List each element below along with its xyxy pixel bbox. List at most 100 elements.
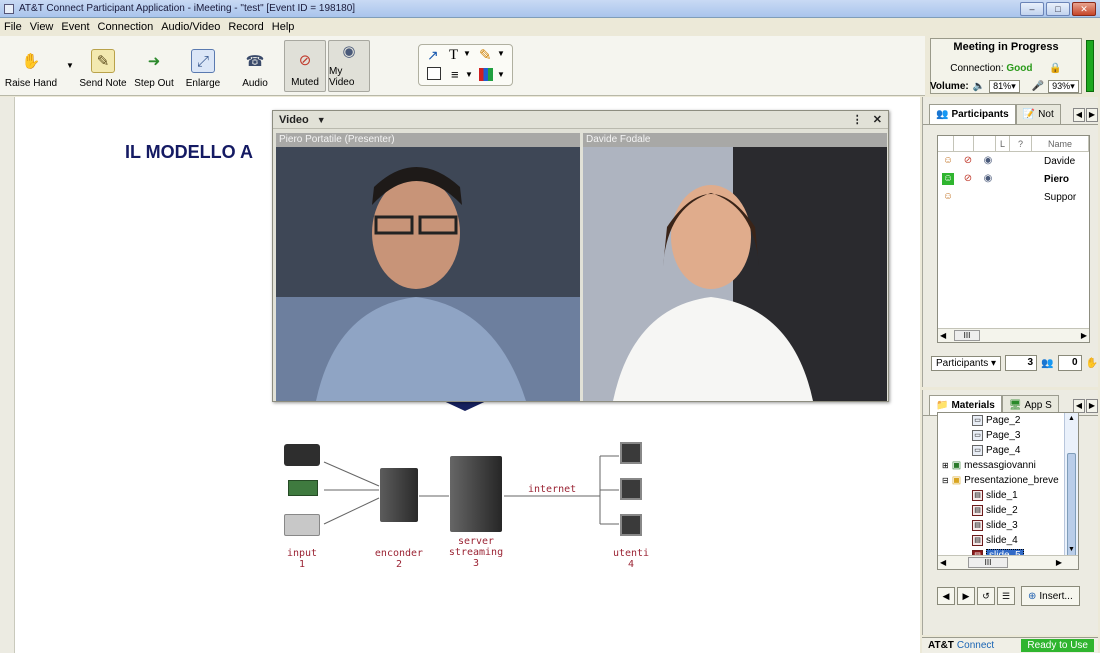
insert-button[interactable]: ⊕ Insert...: [1021, 586, 1080, 606]
video-window[interactable]: Video ▼ ⋮ ✕ Piero Portatile (Presenter) …: [272, 110, 889, 402]
scroll-left-arrow[interactable]: ◀: [940, 558, 946, 567]
materials-hscroll[interactable]: ◀ III ▶: [938, 555, 1078, 569]
mic-volume-select[interactable]: 93%▾: [1048, 80, 1079, 93]
step-out-button[interactable]: ➜ Step Out: [132, 40, 176, 92]
tab-scroll-right[interactable]: ▶: [1086, 108, 1098, 122]
line-width-dropdown-icon[interactable]: ▼: [465, 70, 473, 79]
text-tool-dropdown-icon[interactable]: ▼: [463, 49, 471, 58]
scroll-thumb[interactable]: III: [954, 330, 980, 341]
menu-record[interactable]: Record: [224, 21, 267, 33]
user-computer-icon: [620, 514, 642, 536]
notes-view-button[interactable]: ☰: [997, 587, 1015, 605]
my-video-toggle[interactable]: ◉ My Video: [328, 40, 370, 92]
video-feed-presenter[interactable]: Piero Portatile (Presenter): [276, 133, 580, 401]
refresh-button[interactable]: ↺: [977, 587, 995, 605]
menu-help[interactable]: Help: [268, 21, 299, 33]
tree-item-page[interactable]: ▭ Page_2: [938, 413, 1078, 428]
pen-dropdown-icon[interactable]: ▼: [497, 49, 505, 58]
scroll-down-arrow[interactable]: ▼: [1068, 546, 1075, 553]
menu-audio-video[interactable]: Audio/Video: [157, 21, 224, 33]
close-video-button[interactable]: ✕: [873, 113, 882, 126]
scroll-thumb[interactable]: III: [968, 557, 1008, 568]
participant-row[interactable]: ☺ Suppor: [938, 188, 1089, 206]
col-status[interactable]: [938, 136, 954, 152]
scroll-right-arrow[interactable]: ▶: [1056, 558, 1062, 567]
tree-item-folder[interactable]: ⊞ ▣ messasgiovanni: [938, 458, 1078, 473]
minimize-button[interactable]: –: [1020, 2, 1044, 16]
tree-item-folder[interactable]: ⊟ ▣ Presentazione_breve: [938, 473, 1078, 488]
notes-icon: 📝: [1022, 109, 1036, 120]
line-width-icon[interactable]: ≡: [451, 67, 459, 82]
video-menu-dropdown[interactable]: ▼: [317, 115, 326, 125]
col-question[interactable]: ?: [1010, 136, 1032, 152]
participant-row[interactable]: ☺ ⊘ ◉ Davide: [938, 152, 1089, 170]
pen-tool-icon[interactable]: ✎: [479, 46, 492, 64]
materials-tree: ▭ Page_2 ▭ Page_3 ▭ Page_4 ⊞ ▣ messasgiovanni…: [937, 412, 1079, 570]
rectangle-tool-icon[interactable]: [427, 67, 441, 80]
expand-icon[interactable]: ⊞: [942, 461, 949, 470]
tab-materials-label: Materials: [951, 400, 995, 411]
tree-item-slide[interactable]: ▤ slide_3: [938, 518, 1078, 533]
send-note-button[interactable]: ✎ Send Note: [78, 40, 128, 92]
col-l[interactable]: L: [996, 136, 1010, 152]
muted-toggle[interactable]: ⊘ Muted: [284, 40, 326, 92]
tree-item-slide[interactable]: ▤ slide_2: [938, 503, 1078, 518]
participants-dropdown[interactable]: Participants ▾: [931, 355, 1002, 371]
tree-item-label: slide_2: [986, 505, 1018, 516]
menu-event[interactable]: Event: [57, 21, 93, 33]
tab-scroll-left[interactable]: ◀: [1073, 399, 1085, 413]
color-dropdown-icon[interactable]: ▼: [497, 70, 505, 79]
tree-item-page[interactable]: ▭ Page_4: [938, 443, 1078, 458]
muted-mic-icon: ⊘: [963, 155, 973, 166]
maximize-button[interactable]: □: [1046, 2, 1070, 16]
close-window-button[interactable]: ✕: [1072, 2, 1096, 16]
tab-notes[interactable]: 📝 Not: [1015, 104, 1061, 124]
speaker-volume-select[interactable]: 81%▾: [989, 80, 1020, 93]
collapse-icon[interactable]: ⊟: [942, 476, 949, 485]
scroll-thumb[interactable]: [1067, 453, 1076, 557]
insert-label: Insert...: [1039, 590, 1073, 602]
audio-button[interactable]: ☎ Audio: [236, 40, 274, 92]
next-slide-button[interactable]: ▶: [957, 587, 975, 605]
materials-vscroll[interactable]: ▲ ▼: [1064, 413, 1078, 569]
tab-scroll-left[interactable]: ◀: [1073, 108, 1085, 122]
scroll-right-arrow[interactable]: ▶: [1081, 331, 1087, 340]
menu-view[interactable]: View: [26, 21, 58, 33]
presenter-icon: ☺: [942, 173, 954, 185]
pointer-arrow-icon[interactable]: ↗: [427, 47, 439, 64]
slide-title: IL MODELLO A: [125, 142, 253, 162]
tree-item-slide[interactable]: ▤ slide_1: [938, 488, 1078, 503]
tab-participants[interactable]: 👥 Participants: [929, 104, 1016, 124]
video-caption: Piero Portatile (Presenter): [276, 133, 580, 147]
speaker-icon: 🔈: [972, 81, 986, 92]
participant-row[interactable]: ☺ ⊘ ◉ Piero: [938, 170, 1089, 188]
scroll-up-arrow[interactable]: ▲: [1068, 415, 1075, 422]
tab-scroll-right[interactable]: ▶: [1086, 399, 1098, 413]
raise-hand-button[interactable]: ✋ Raise Hand: [0, 40, 62, 92]
participants-hscroll[interactable]: ◀ III ▶: [938, 328, 1089, 342]
col-speaking[interactable]: [954, 136, 974, 152]
participant-name: Davide: [1044, 155, 1076, 167]
text-tool-button[interactable]: T: [449, 47, 458, 64]
col-camera[interactable]: [974, 136, 996, 152]
phone-icon: ☎: [245, 53, 265, 70]
raise-hand-dropdown[interactable]: ▼: [64, 40, 76, 92]
tree-item-slide[interactable]: ▤ slide_4: [938, 533, 1078, 548]
scroll-left-arrow[interactable]: ◀: [940, 331, 946, 340]
grip-icon[interactable]: ⋮: [852, 113, 863, 126]
col-name[interactable]: Name: [1032, 136, 1089, 152]
menu-connection[interactable]: Connection: [94, 21, 158, 33]
enlarge-button[interactable]: ⤢ Enlarge: [186, 40, 220, 92]
connection-value: Good: [1006, 63, 1033, 74]
menu-file[interactable]: File: [0, 21, 26, 33]
enlarge-label: Enlarge: [185, 78, 221, 89]
video-feed-participant[interactable]: Davide Fodale: [583, 133, 887, 401]
tab-app-sharing-label: App S: [1024, 400, 1052, 411]
title-bar: AT&T Connect Participant Application - i…: [0, 0, 1100, 18]
color-palette-icon[interactable]: [479, 68, 493, 81]
encoder-label: enconder 2: [364, 548, 434, 570]
tree-item-page[interactable]: ▭ Page_3: [938, 428, 1078, 443]
tab-scroll: ◀ ▶: [1073, 399, 1098, 413]
video-window-header[interactable]: Video ▼ ⋮ ✕: [273, 111, 888, 129]
previous-slide-button[interactable]: ◀: [937, 587, 955, 605]
